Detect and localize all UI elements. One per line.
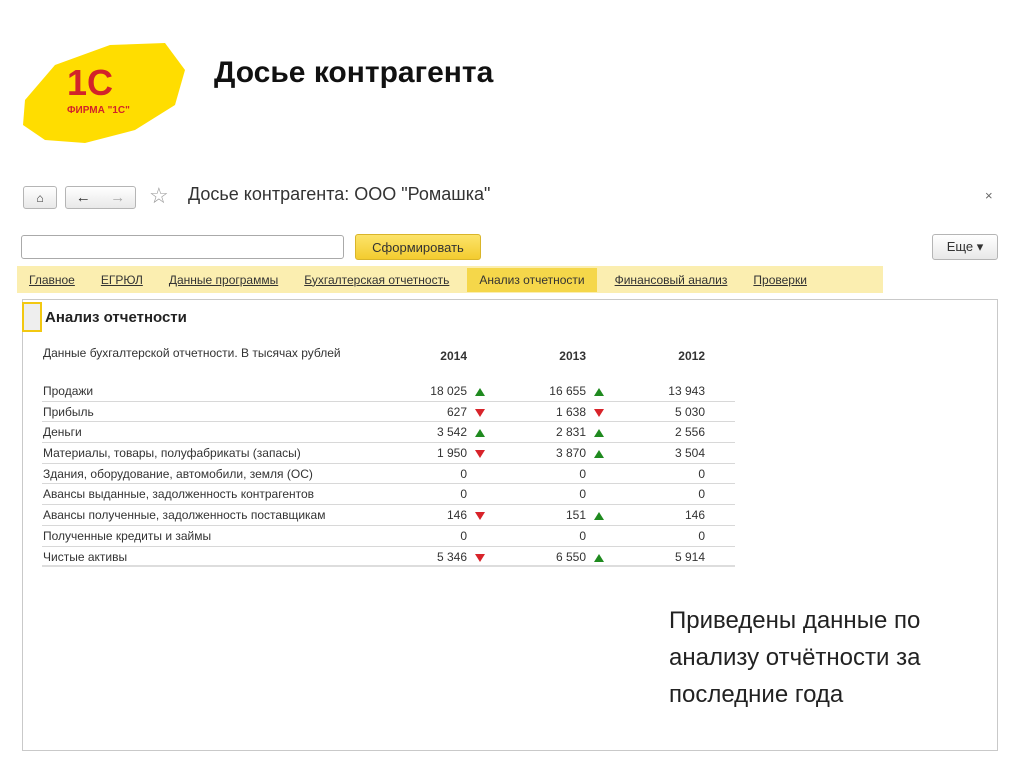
trend-down-icon [475, 553, 485, 562]
tab-financial-analysis[interactable]: Финансовый анализ [615, 273, 728, 287]
row-value: 13 943 [668, 384, 705, 398]
table-row: Прибыль 627 1 638 5 030 [42, 402, 735, 423]
row-label: Полученные кредиты и займы [43, 528, 212, 543]
row-value: 627 [446, 404, 467, 419]
row-value: 3 870 [555, 446, 586, 461]
generate-button[interactable]: Сформировать [355, 234, 481, 260]
row-label: Авансы полученные, задолженность поставщ… [43, 508, 326, 523]
row-label: Прибыль [43, 404, 94, 419]
row-value: 0 [579, 528, 586, 543]
1c-logo: 1С ФИРМА "1С" [23, 43, 185, 143]
favorite-star-icon[interactable]: ☆ [149, 183, 169, 209]
tab-main[interactable]: Главное [29, 273, 75, 287]
year-header: 2013 [559, 349, 586, 363]
trend-up-icon [594, 429, 604, 438]
back-arrow-icon[interactable]: ← [76, 189, 91, 206]
more-button[interactable]: Еще ▾ [932, 234, 998, 260]
slide-title: Досье контрагента [214, 56, 494, 89]
table-row: Материалы, товары, полуфабрикаты (запасы… [42, 443, 735, 464]
row-value: 1 638 [555, 404, 586, 419]
svg-text:ФИРМА "1С": ФИРМА "1С" [67, 105, 130, 116]
row-value: 5 914 [674, 549, 705, 564]
table-row: Здания, оборудование, автомобили, земля … [42, 464, 735, 485]
row-value: 0 [579, 487, 586, 502]
trend-up-icon [594, 450, 604, 459]
tab-egrul[interactable]: ЕГРЮЛ [101, 273, 143, 287]
row-value: 16 655 [549, 384, 586, 398]
forward-arrow-icon[interactable]: → [110, 189, 125, 206]
row-label: Чистые активы [43, 549, 128, 564]
tab-checks[interactable]: Проверки [753, 273, 807, 287]
section-marker [22, 302, 42, 332]
tab-program-data[interactable]: Данные программы [169, 273, 278, 287]
trend-up-icon [594, 553, 604, 562]
home-button[interactable]: ⌂ [23, 186, 57, 209]
row-value: 151 [565, 508, 586, 523]
trend-up-icon [594, 512, 604, 521]
table-caption: Данные бухгалтерской отчетности. В тысяч… [43, 346, 341, 360]
trend-down-icon [594, 408, 604, 417]
trend-down-icon [475, 512, 485, 521]
row-value: 0 [460, 487, 467, 502]
row-label: Здания, оборудование, автомобили, земля … [43, 466, 313, 481]
row-label: Авансы выданные, задолженность контраген… [43, 487, 315, 502]
row-label: Продажи [43, 384, 94, 398]
trend-down-icon [475, 408, 485, 417]
year-header: 2012 [678, 349, 705, 363]
tab-accounting[interactable]: Бухгалтерская отчетность [304, 273, 449, 287]
row-value: 0 [698, 466, 705, 481]
slide-note: Приведены данные по анализу отчётности з… [669, 607, 921, 708]
row-label: Деньги [43, 425, 82, 440]
row-value: 0 [698, 528, 705, 543]
row-value: 0 [579, 466, 586, 481]
table-row: Авансы выданные, задолженность контраген… [42, 484, 735, 506]
trend-up-icon [594, 388, 604, 396]
table-row: Полученные кредиты и займы 0 0 0 [42, 526, 735, 547]
table-row: Деньги 3 542 2 831 2 556 [42, 422, 735, 444]
table-row: Чистые активы 5 346 6 550 5 914 [42, 547, 735, 568]
home-icon: ⌂ [36, 190, 44, 205]
nav-buttons: ← → [65, 186, 136, 209]
row-value: 2 831 [555, 425, 586, 440]
row-value: 0 [460, 528, 467, 543]
year-header: 2014 [440, 349, 467, 363]
row-value: 0 [698, 487, 705, 502]
row-value: 0 [460, 466, 467, 481]
row-value: 146 [446, 508, 467, 523]
row-value: 146 [684, 508, 705, 523]
window-title: Досье контрагента: ООО "Ромашка" [188, 184, 491, 204]
close-icon[interactable]: × [985, 188, 993, 203]
search-input[interactable] [21, 235, 344, 259]
row-value: 5 030 [674, 404, 705, 419]
tab-bar: Главное ЕГРЮЛ Данные программы Бухгалтер… [17, 266, 883, 293]
svg-text:1С: 1С [67, 62, 113, 103]
row-value: 5 346 [436, 549, 467, 564]
row-value: 2 556 [674, 425, 705, 440]
section-title: Анализ отчетности [45, 309, 187, 326]
report-table: Данные бухгалтерской отчетности. В тысяч… [42, 343, 735, 568]
row-value: 18 025 [430, 384, 467, 398]
row-label: Материалы, товары, полуфабрикаты (запасы… [43, 446, 301, 461]
table-row: Продажи 18 025 16 655 13 943 [42, 381, 735, 402]
table-row: Авансы полученные, задолженность поставщ… [42, 505, 735, 526]
row-value: 6 550 [555, 549, 586, 564]
table-header: Данные бухгалтерской отчетности. В тысяч… [42, 343, 735, 367]
trend-up-icon [475, 388, 485, 396]
tab-report-analysis[interactable]: Анализ отчетности [467, 267, 597, 292]
row-value: 1 950 [436, 446, 467, 461]
trend-down-icon [475, 450, 485, 459]
row-value: 3 504 [674, 446, 705, 461]
trend-up-icon [475, 429, 485, 438]
row-value: 3 542 [436, 425, 467, 440]
